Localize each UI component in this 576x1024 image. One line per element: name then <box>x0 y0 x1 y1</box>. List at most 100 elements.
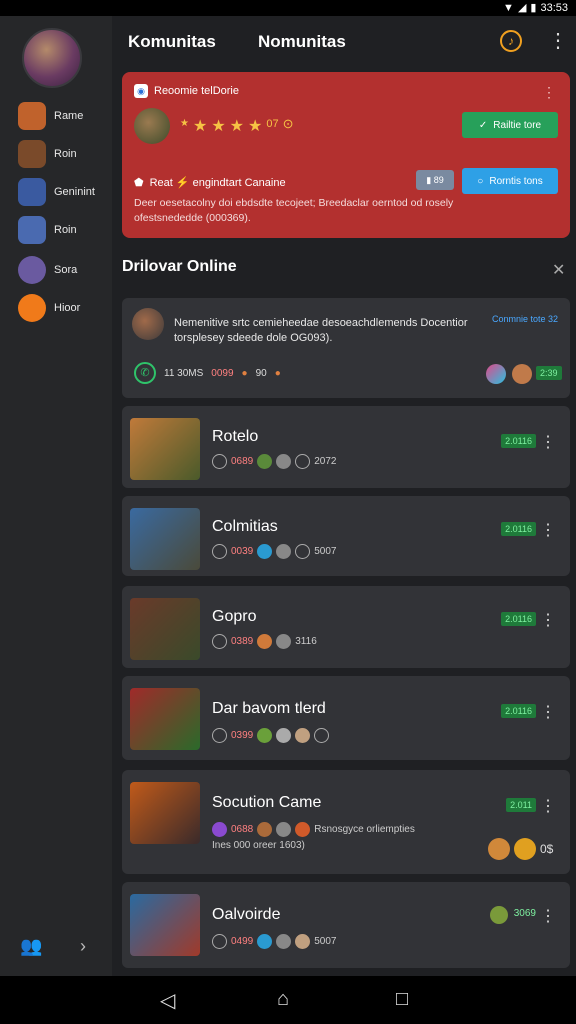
game-meta: 0399 <box>212 728 330 743</box>
avatar <box>295 728 311 743</box>
avatar <box>257 544 273 559</box>
game-meta-value: 0688 <box>231 824 254 835</box>
avatar <box>486 364 506 384</box>
verified-icon <box>212 454 227 469</box>
game-icon <box>18 140 46 168</box>
game-meta-value: 0399 <box>231 730 254 741</box>
game-thumbnail <box>130 894 200 956</box>
status-badge: 2.011 <box>506 798 536 812</box>
avatar <box>257 728 273 743</box>
sidebar-item-label: Rame <box>54 110 84 122</box>
promo-tag[interactable]: ▮ 89 <box>416 170 454 190</box>
avatar <box>488 838 510 860</box>
home-icon[interactable]: ⌂ <box>277 988 289 1011</box>
tag-icon: ⬟ <box>134 177 144 189</box>
secondary-button[interactable]: ○ Rorntis tons <box>462 168 558 194</box>
notice-text: Nemenitive srtc cemieheedae desoeachdlem… <box>174 317 468 344</box>
game-card[interactable]: Gopro 0389 3116 2.0116 ⋮ <box>122 586 570 668</box>
avatar <box>276 544 292 559</box>
game-card[interactable]: Rotelo 0689 2072 2.0116 ⋮ <box>122 406 570 488</box>
wifi-icon: ▼ <box>503 1 514 14</box>
star-icon: ★ <box>192 118 208 135</box>
status-right: ▼ ◢ ▮ 33:53 <box>503 1 568 15</box>
avatar <box>276 934 292 949</box>
close-icon[interactable]: ✕ <box>552 260 565 280</box>
circle-icon <box>314 728 330 743</box>
status-badge: 2.0116 <box>501 704 536 718</box>
chat-icon[interactable]: ✆ <box>134 362 156 384</box>
sidebar-item-3[interactable]: Geninint <box>18 178 95 206</box>
game-thumbnail <box>130 688 200 750</box>
game-meta-value: Ines 000 oreer 1603) <box>212 840 305 851</box>
friends-icon[interactable]: 👥 <box>20 936 42 957</box>
avatar <box>257 934 273 949</box>
signal-icon: ◢ <box>517 2 527 14</box>
more-icon[interactable]: ⋮ <box>540 702 556 722</box>
status-bar: ▼ ◢ ▮ 33:53 <box>0 0 576 16</box>
section-title: Drilovar Online <box>122 258 237 275</box>
promo-card: ◉ Reoomie telDorie ⋮ ★ ★ ★ ★ ★ 07 ⊙ ✓ Ra… <box>122 72 570 238</box>
secondary-button-label: Rorntis tons <box>489 175 543 187</box>
game-meta: 0039 5007 <box>212 544 337 559</box>
game-name: Gopro <box>212 608 257 625</box>
more-icon[interactable]: ⋮ <box>542 84 556 101</box>
star-icon: ★ <box>211 118 226 135</box>
sidebar-item-1[interactable]: Rame <box>18 102 83 130</box>
more-menu-icon[interactable]: ⋮ <box>548 28 568 53</box>
more-icon[interactable]: ⋮ <box>540 796 556 816</box>
notice-avatar <box>132 308 164 340</box>
star-icon: ★ <box>248 118 263 135</box>
notice-link[interactable]: Conmnie tote 32 <box>492 314 558 324</box>
sidebar: Rame Roin Geninint Roin Sora Hioor 👥 › <box>0 16 112 976</box>
more-icon[interactable]: ⋮ <box>540 906 556 926</box>
avatar <box>276 822 292 837</box>
circle-icon <box>295 454 311 469</box>
notification-icon[interactable]: ♪ <box>500 30 522 52</box>
game-tail: 0$ <box>540 842 554 856</box>
sidebar-item-6[interactable]: Hioor <box>18 294 80 322</box>
back-icon[interactable]: ◁ <box>160 988 175 1013</box>
game-meta: 0689 2072 <box>212 454 337 469</box>
circle-icon: ○ <box>477 175 484 187</box>
sidebar-item-label: Hioor <box>54 302 81 314</box>
game-thumbnail <box>130 782 200 844</box>
verified-icon <box>212 544 227 559</box>
game-card[interactable]: Colmitias 0039 5007 2.0116 ⋮ <box>122 496 570 576</box>
status-badge: 2.0116 <box>501 434 536 448</box>
recents-icon[interactable]: □ <box>396 988 408 1011</box>
avatar <box>257 454 273 469</box>
notice-card[interactable]: Nemenitive srtc cemieheedae desoeachdlem… <box>122 298 570 398</box>
rating-tail: 07 <box>266 118 279 130</box>
tab-nomunitas[interactable]: Nomunitas <box>258 32 346 52</box>
tab-komunitas[interactable]: Komunitas <box>128 32 216 52</box>
sidebar-item-5[interactable]: Sora <box>18 256 77 284</box>
sidebar-item-2[interactable]: Roin <box>18 140 77 168</box>
promo-tag-value: 89 <box>433 175 444 185</box>
game-icon <box>18 102 46 130</box>
top-bar: Komunitas Nomunitas ♪ ⋮ <box>112 16 576 68</box>
game-card[interactable]: Socution Came 0688 Rsnosgyce orliempties… <box>122 770 570 874</box>
promo-subtitle: Reat ⚡ engindtart Canaine <box>149 177 286 189</box>
avatar <box>514 838 536 860</box>
avatar <box>295 822 311 837</box>
sidebar-item-4[interactable]: Roin <box>18 216 77 244</box>
game-icon <box>18 216 46 244</box>
game-card[interactable]: Oalvoirde 0499 5007 3069 ⋮ <box>122 882 570 968</box>
game-meta-value: 3116 <box>295 636 317 647</box>
game-icon <box>18 256 46 284</box>
game-meta: 0688 Rsnosgyce orliempties <box>212 822 415 837</box>
avatar <box>276 454 292 469</box>
app-icon: ◉ <box>134 84 148 98</box>
game-card[interactable]: Dar bavom tlerd 0399 2.0116 ⋮ <box>122 676 570 760</box>
user-avatar[interactable] <box>22 28 82 88</box>
chevron-right-icon[interactable]: › <box>80 936 86 957</box>
avatar <box>257 822 273 837</box>
primary-button[interactable]: ✓ Railtie tore <box>462 112 558 138</box>
avatar <box>512 364 532 384</box>
more-icon[interactable]: ⋮ <box>540 432 556 452</box>
game-meta: 0389 3116 <box>212 634 317 649</box>
promo-description: Deer oesetacolny doi ebdsdte tecojeet; B… <box>134 197 454 224</box>
avatar <box>276 728 292 743</box>
more-icon[interactable]: ⋮ <box>540 610 556 630</box>
more-icon[interactable]: ⋮ <box>540 520 556 540</box>
